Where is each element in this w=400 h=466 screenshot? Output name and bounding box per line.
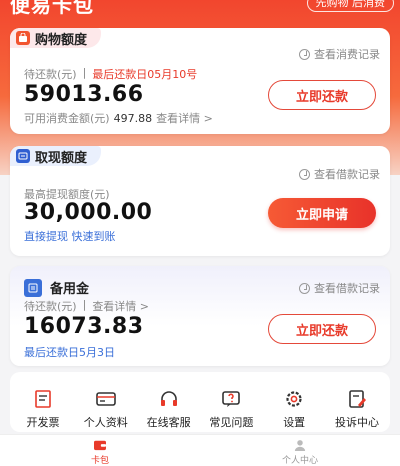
shortcut-settings[interactable]: 设置	[265, 388, 323, 432]
divider: |	[82, 298, 87, 311]
shopping-credit-card: 购物额度 查看消费记录 待还款(元) | 最后还款日05月10号 59013.6…	[10, 28, 390, 134]
app-header: 便易卡包 先购物 后消费	[0, 0, 400, 17]
view-reserve-records-link[interactable]: 查看借款记录	[299, 280, 380, 296]
reserve-fund-title: 备用金	[50, 282, 90, 297]
view-spending-records-link[interactable]: 查看消费记录	[299, 46, 380, 62]
tab-card-wallet[interactable]: 卡包	[0, 435, 200, 466]
headset-icon	[160, 391, 177, 406]
shopping-pending-amount: 59013.66	[24, 82, 144, 107]
clock-icon	[299, 168, 310, 180]
complaint-icon	[349, 390, 366, 408]
user-icon	[294, 440, 306, 451]
reserve-fund-card: 备用金 查看借款记录 待还款(元) | 查看详情 > 16073.83 最后还款…	[10, 266, 390, 366]
wallet-icon	[94, 440, 106, 451]
max-withdraw-amount: 30,000.00	[24, 200, 153, 225]
available-value: 497.88	[113, 111, 153, 125]
available-label: 可用消费金额(元)	[24, 112, 110, 125]
apply-now-button[interactable]: 立即申请	[268, 198, 376, 228]
question-icon	[222, 391, 241, 407]
header-slogan-pill[interactable]: 先购物 后消费	[306, 0, 394, 12]
gear-icon	[286, 391, 302, 407]
id-card-icon	[95, 392, 116, 406]
cash-credit-card: 取现额度 查看借款记录 最高提现额度(元) 30,000.00 直接提现 快速到…	[10, 146, 390, 256]
withdraw-tagline: 直接提现 快速到账	[24, 230, 116, 243]
view-detail-link[interactable]: 查看详情 >	[92, 298, 149, 314]
view-detail-link[interactable]: 查看详情 >	[156, 110, 213, 126]
cash-credit-tag: 取现额度	[10, 146, 102, 166]
cash-credit-title: 取现额度	[35, 150, 88, 166]
reserve-pending-amount: 16073.83	[24, 314, 144, 339]
shortcut-faq[interactable]: 常见问题	[202, 388, 260, 432]
reserve-fund-icon	[24, 278, 42, 297]
reserve-pending-row: 待还款(元) | 查看详情 >	[24, 298, 149, 314]
clock-icon	[299, 282, 310, 294]
reserve-due-date: 最后还款日5月3日	[24, 346, 115, 359]
shopping-pending-row: 待还款(元) | 最后还款日05月10号	[24, 66, 197, 82]
shopping-bag-icon	[16, 31, 30, 45]
view-loan-records-link[interactable]: 查看借款记录	[299, 166, 380, 182]
shortcut-support[interactable]: 在线客服	[140, 388, 198, 432]
available-row: 可用消费金额(元) 497.88 查看详情 >	[24, 110, 213, 126]
repay-now-button[interactable]: 立即还款	[268, 80, 376, 110]
divider: |	[82, 66, 87, 79]
shortcut-profile[interactable]: 个人资料	[77, 388, 135, 432]
tab-personal-center[interactable]: 个人中心	[200, 435, 400, 466]
reserve-repay-button[interactable]: 立即还款	[268, 314, 376, 344]
invoice-icon	[35, 390, 51, 408]
shopping-credit-title: 购物额度	[35, 32, 88, 48]
shortcut-grid: 开发票 个人资料 在线客服 常见问题 设置 投诉中心	[10, 372, 390, 432]
pending-label: 待还款(元)	[24, 68, 77, 81]
pending-label: 待还款(元)	[24, 300, 77, 313]
shortcut-complaint[interactable]: 投诉中心	[328, 388, 386, 432]
shopping-credit-tag: 购物额度	[10, 28, 102, 48]
due-date-text: 最后还款日05月10号	[92, 68, 198, 81]
reserve-fund-header: 备用金	[24, 278, 89, 297]
cash-icon	[16, 149, 30, 163]
bottom-tab-bar: 卡包 个人中心	[0, 434, 400, 466]
shortcut-invoice[interactable]: 开发票	[14, 388, 72, 432]
app-title: 便易卡包	[10, 0, 94, 17]
clock-icon	[299, 48, 310, 60]
